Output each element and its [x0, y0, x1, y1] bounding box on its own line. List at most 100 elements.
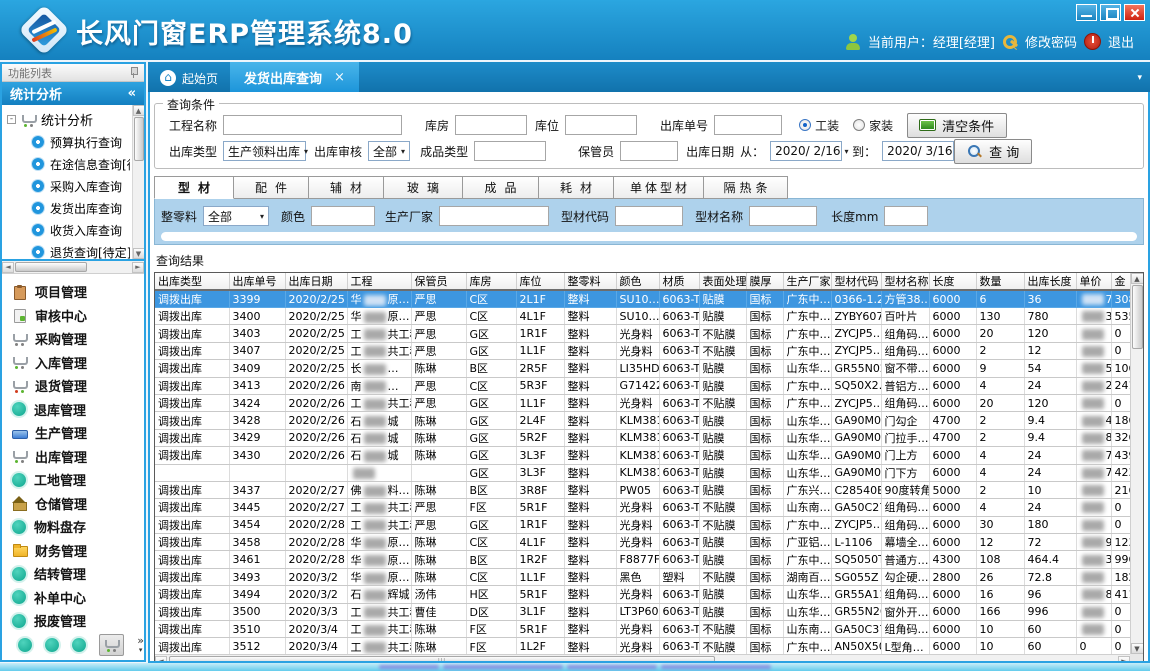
scroll-down-icon[interactable]: ▼: [1131, 643, 1144, 654]
tree-root-node[interactable]: - 统计分析: [4, 108, 130, 131]
table-row[interactable]: 调拨出库35002020/3/3工共工程曹佳D区3L1F整料LT3P606063…: [155, 603, 1130, 620]
keeper-input[interactable]: [620, 141, 678, 161]
tree-item-退货查询[待定][interactable]: 退货查询[待定]: [4, 241, 130, 261]
scroll-right-icon[interactable]: ►: [132, 262, 144, 273]
warehouse-input[interactable]: [455, 115, 527, 135]
profile-code-input[interactable]: [615, 206, 683, 226]
table-row[interactable]: 调拨出库34242020/2/26工共工程严思G区1L1F整料光身料6063-T…: [155, 394, 1130, 411]
tree-item-发货出库查询[interactable]: 发货出库查询: [4, 197, 130, 219]
maximize-button[interactable]: [1100, 4, 1121, 21]
whole-part-select[interactable]: 全部▾: [203, 206, 269, 226]
column-header-库位[interactable]: 库位: [516, 273, 564, 290]
material-tab-辅材[interactable]: 辅材: [309, 176, 384, 199]
table-row[interactable]: 调拨出库34372020/2/27佛料…陈琳B区3R8F整料PW056063-T…: [155, 481, 1130, 498]
color-input[interactable]: [311, 206, 375, 226]
material-tab-单体型材[interactable]: 单体型材: [614, 176, 704, 199]
table-row[interactable]: 调拨出库34582020/2/28华原…陈琳C区4L1F整料光身料6063-T5…: [155, 534, 1130, 551]
tree-vertical-scrollbar[interactable]: ▲ ▼: [132, 105, 144, 259]
column-header-材质[interactable]: 材质: [659, 273, 699, 290]
table-row[interactable]: 调拨出库34612020/2/28华原…陈琳B区1R2F整料F8877FT606…: [155, 551, 1130, 568]
column-header-表面处理[interactable]: 表面处理: [699, 273, 746, 290]
column-header-单价[interactable]: 单价: [1076, 273, 1111, 290]
radio-jiazhuang[interactable]: 家装: [853, 117, 893, 134]
sidebar-item-物料盘存[interactable]: 物料盘存: [2, 515, 144, 539]
column-header-长度[interactable]: 长度: [929, 273, 976, 290]
sidebar-item-入库管理[interactable]: 入库管理: [2, 351, 144, 375]
column-header-生产厂家[interactable]: 生产厂家: [783, 273, 831, 290]
sidebar-item-财务管理[interactable]: 财务管理: [2, 539, 144, 563]
clear-conditions-button[interactable]: 清空条件: [907, 113, 1007, 138]
date-to-select[interactable]: 2020/ 3/16▾: [882, 141, 954, 161]
table-row[interactable]: 调拨出库34002020/2/25华原…严思C区4L1F整料SU10…6063-…: [155, 308, 1130, 325]
column-header-膜厚[interactable]: 膜厚: [746, 273, 783, 290]
table-vertical-scrollbar[interactable]: ▲ ▼: [1130, 273, 1143, 654]
table-row[interactable]: G区3L3F整料KLM38176063-T5贴膜国标山东华…GA90M09…门下…: [155, 464, 1130, 481]
table-row[interactable]: 调拨出库34292020/2/26石城陈琳G区5R2F整料KLM38176063…: [155, 429, 1130, 446]
scroll-right-icon[interactable]: ►: [1118, 656, 1130, 664]
project-name-input[interactable]: [223, 115, 402, 135]
sidebar-item-报废管理[interactable]: 报废管理: [2, 609, 144, 633]
tree-item-在途信息查询[待定][interactable]: 在途信息查询[待定]: [4, 153, 130, 175]
order-no-input[interactable]: [714, 115, 782, 135]
table-row[interactable]: 调拨出库33992020/2/25华原…严思C区2L1F整料SU10…6063-…: [155, 290, 1130, 308]
collapse-icon[interactable]: «: [128, 86, 136, 101]
change-password-link[interactable]: 修改密码: [1025, 32, 1077, 51]
sidebar-item-工地管理[interactable]: 工地管理: [2, 468, 144, 492]
module-dot-icon[interactable]: [45, 638, 59, 652]
tree-expander-icon[interactable]: -: [7, 115, 16, 124]
table-row[interactable]: 调拨出库34932020/3/2华原…陈琳C区1L1F整料黑色塑料不贴膜国标湖南…: [155, 568, 1130, 585]
scroll-up-icon[interactable]: ▲: [133, 105, 145, 116]
sidebar-item-补单中心[interactable]: 补单中心: [2, 586, 144, 610]
table-row[interactable]: 调拨出库35122020/3/4工共工程陈琳F区1L2F整料光身料6063-T5…: [155, 638, 1130, 654]
cart-toolbar-button[interactable]: [99, 634, 124, 656]
table-hscrollbar-thumb[interactable]: lll: [169, 656, 715, 663]
column-header-颜色[interactable]: 颜色: [616, 273, 659, 290]
material-tab-配件[interactable]: 配件: [234, 176, 309, 199]
material-tab-成品[interactable]: 成品: [463, 176, 539, 199]
profile-name-input[interactable]: [749, 206, 817, 226]
tree-item-收货入库查询[interactable]: 收货入库查询: [4, 219, 130, 241]
table-horizontal-scrollbar[interactable]: ◄ lll ►: [155, 654, 1130, 663]
module-dot-icon[interactable]: [18, 638, 32, 652]
sidebar-group-header[interactable]: 统计分析 «: [2, 82, 144, 105]
sidebar-item-退货管理[interactable]: 退货管理: [2, 374, 144, 398]
tab-list-dropdown-icon[interactable]: ▾: [1137, 73, 1142, 83]
column-header-型材代码[interactable]: 型材代码: [831, 273, 881, 290]
tree-horizontal-scrollbar[interactable]: ◄ ►: [2, 261, 144, 274]
tree-item-采购入库查询[interactable]: 采购入库查询: [4, 175, 130, 197]
minimize-button[interactable]: [1076, 4, 1097, 21]
tab-close-icon[interactable]: ×: [334, 70, 345, 85]
location-input[interactable]: [565, 115, 637, 135]
column-header-出库类型[interactable]: 出库类型: [155, 273, 229, 290]
table-row[interactable]: 调拨出库35102020/3/4工共工程陈琳F区5R1F整料光身料6063-T5…: [155, 621, 1130, 638]
radio-gongzhuang[interactable]: 工装: [799, 117, 839, 134]
table-row[interactable]: 调拨出库34452020/2/27工共工程严思F区5R1F整料光身料6063-T…: [155, 499, 1130, 516]
scroll-up-icon[interactable]: ▲: [1131, 273, 1144, 284]
material-tab-型材[interactable]: 型材: [154, 176, 234, 199]
table-row[interactable]: 调拨出库34092020/2/25长…陈琳B区2R5F整料LI35HD6063-…: [155, 360, 1130, 377]
column-header-整零料[interactable]: 整零料: [564, 273, 616, 290]
column-header-型材名称[interactable]: 型材名称: [881, 273, 929, 290]
column-header-出库日期[interactable]: 出库日期: [285, 273, 347, 290]
search-button[interactable]: 查 询: [954, 139, 1032, 164]
column-header-出库长度[interactable]: 出库长度: [1024, 273, 1076, 290]
sidebar-item-结转管理[interactable]: 结转管理: [2, 562, 144, 586]
sidebar-item-出库管理[interactable]: 出库管理: [2, 445, 144, 469]
sidebar-item-审核中心[interactable]: 审核中心: [2, 304, 144, 328]
logout-link[interactable]: 退出: [1108, 32, 1134, 51]
scroll-left-icon[interactable]: ◄: [2, 262, 14, 273]
product-type-input[interactable]: [474, 141, 546, 161]
column-header-金[interactable]: 金: [1111, 273, 1130, 290]
audit-select[interactable]: 全部▾: [368, 141, 410, 161]
material-tab-耗材[interactable]: 耗材: [539, 176, 614, 199]
column-header-库房[interactable]: 库房: [466, 273, 516, 290]
sidebar-item-仓储管理[interactable]: 仓储管理: [2, 492, 144, 516]
scroll-left-icon[interactable]: ◄: [155, 656, 167, 664]
column-header-保管员[interactable]: 保管员: [411, 273, 466, 290]
column-header-工程[interactable]: 工程: [347, 273, 411, 290]
tree-hscrollbar-thumb[interactable]: [15, 262, 87, 272]
table-row[interactable]: 调拨出库34132020/2/26南…严思C区5R3F整料G714226063-…: [155, 377, 1130, 394]
table-row[interactable]: 调拨出库34542020/2/28工共工程严思G区1R1F整料光身料6063-T…: [155, 516, 1130, 533]
tree-item-预算执行查询[interactable]: 预算执行查询: [4, 131, 130, 153]
pin-icon[interactable]: [129, 67, 138, 79]
